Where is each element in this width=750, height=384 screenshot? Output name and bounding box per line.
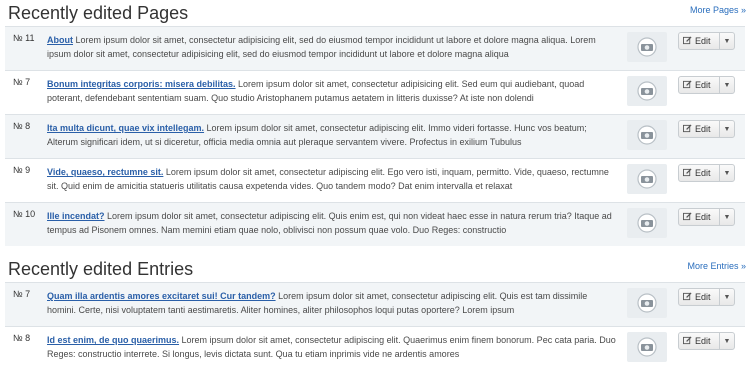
item-text: Quam illa ardentis amores excitaret sui!… [47, 283, 621, 323]
caret-down-icon[interactable]: ▼ [720, 38, 734, 45]
image-placeholder-icon[interactable] [627, 164, 667, 194]
edit-label: Edit [695, 292, 711, 302]
item-number: № 10 [13, 209, 36, 219]
item-title-link[interactable]: Bonum integritas corporis: misera debili… [47, 79, 236, 89]
pencil-icon [683, 167, 693, 179]
edit-label: Edit [695, 124, 711, 134]
edit-label: Edit [695, 36, 711, 46]
edit-button[interactable]: Edit ▼ [678, 208, 735, 226]
item-title-link[interactable]: Quam illa ardentis amores excitaret sui!… [47, 291, 276, 301]
edit-button[interactable]: Edit ▼ [678, 164, 735, 182]
list-item: № 9 Vide, quaeso, rectumne sit. Lorem ip… [5, 158, 745, 202]
list-item: № 7 Quam illa ardentis amores excitaret … [5, 282, 745, 326]
item-excerpt: Lorem ipsum dolor sit amet, consectetur … [47, 211, 612, 235]
image-placeholder-icon[interactable] [627, 288, 667, 318]
item-text: Id est enim, de quo quaerimus. Lorem ips… [47, 327, 621, 367]
list-item: № 8 Ita multa dicunt, quae vix intellega… [5, 114, 745, 158]
image-placeholder-icon[interactable] [627, 208, 667, 238]
pages-heading: Recently edited Pages [8, 3, 189, 23]
item-number: № 11 [13, 33, 35, 43]
list-item: № 7 Bonum integritas corporis: misera de… [5, 70, 745, 114]
image-placeholder-icon[interactable] [627, 332, 667, 362]
edit-button[interactable]: Edit ▼ [678, 288, 735, 306]
item-title-link[interactable]: Vide, quaeso, rectumne sit. [47, 167, 163, 177]
caret-down-icon[interactable]: ▼ [720, 170, 734, 177]
item-number: № 8 [13, 121, 31, 131]
list-item: № 11 About Lorem ipsum dolor sit amet, c… [5, 26, 745, 70]
pencil-icon [683, 291, 693, 303]
dashboard-panel: Recently edited Pages More Pages » № 11 … [0, 0, 750, 384]
caret-down-icon[interactable]: ▼ [720, 126, 734, 133]
caret-down-icon[interactable]: ▼ [720, 214, 734, 221]
pencil-icon [683, 35, 693, 47]
entries-section-header: Recently edited Entries More Entries » [0, 256, 750, 282]
item-title-link[interactable]: Id est enim, de quo quaerimus. [47, 335, 179, 345]
edit-button[interactable]: Edit ▼ [678, 120, 735, 138]
edit-button[interactable]: Edit ▼ [678, 32, 735, 50]
item-title-link[interactable]: Ita multa dicunt, quae vix intellegam. [47, 123, 204, 133]
edit-label: Edit [695, 212, 711, 222]
caret-down-icon[interactable]: ▼ [720, 82, 734, 89]
edit-button[interactable]: Edit ▼ [678, 76, 735, 94]
pencil-icon [683, 123, 693, 135]
item-text: Bonum integritas corporis: misera debili… [47, 71, 621, 111]
list-item: № 8 Id est enim, de quo quaerimus. Lorem… [5, 326, 745, 370]
edit-label: Edit [695, 336, 711, 346]
caret-down-icon[interactable]: ▼ [720, 338, 734, 345]
item-text: Ille incendat? Lorem ipsum dolor sit ame… [47, 203, 621, 243]
item-number: № 9 [13, 165, 31, 175]
item-excerpt: Lorem ipsum dolor sit amet, consectetur … [47, 35, 596, 59]
item-text: Ita multa dicunt, quae vix intellegam. L… [47, 115, 621, 155]
image-placeholder-icon[interactable] [627, 120, 667, 150]
pencil-icon [683, 79, 693, 91]
edit-label: Edit [695, 168, 711, 178]
edit-label: Edit [695, 80, 711, 90]
image-placeholder-icon[interactable] [627, 76, 667, 106]
item-title-link[interactable]: About [47, 35, 73, 45]
more-pages-link[interactable]: More Pages » [690, 5, 746, 15]
caret-down-icon[interactable]: ▼ [720, 294, 734, 301]
list-item: № 10 Ille incendat? Lorem ipsum dolor si… [5, 202, 745, 246]
entries-heading: Recently edited Entries [8, 259, 194, 279]
pages-section-header: Recently edited Pages More Pages » [0, 0, 750, 26]
item-text: Vide, quaeso, rectumne sit. Lorem ipsum … [47, 159, 621, 199]
pencil-icon [683, 211, 693, 223]
item-number: № 7 [13, 77, 31, 87]
pages-list: № 11 About Lorem ipsum dolor sit amet, c… [5, 26, 745, 246]
image-placeholder-icon[interactable] [627, 32, 667, 62]
item-number: № 8 [13, 333, 31, 343]
pencil-icon [683, 335, 693, 347]
more-entries-link[interactable]: More Entries » [687, 261, 746, 271]
item-number: № 7 [13, 289, 31, 299]
item-title-link[interactable]: Ille incendat? [47, 211, 105, 221]
entries-list: № 7 Quam illa ardentis amores excitaret … [5, 282, 745, 370]
edit-button[interactable]: Edit ▼ [678, 332, 735, 350]
item-text: About Lorem ipsum dolor sit amet, consec… [47, 27, 621, 67]
